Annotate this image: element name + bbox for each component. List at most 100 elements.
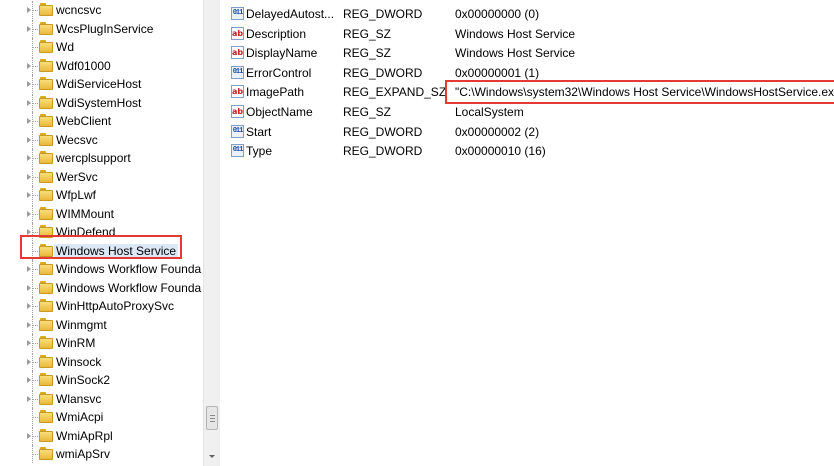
tree-item[interactable]: Wlansvc bbox=[0, 389, 203, 408]
folder-icon bbox=[39, 317, 53, 331]
folder-icon bbox=[39, 151, 53, 164]
tree-connector-line bbox=[32, 28, 38, 30]
tree-connector-line bbox=[32, 176, 38, 178]
expand-arrow-icon[interactable] bbox=[27, 210, 31, 217]
value-row[interactable]: 011 Type REG_DWORD 0x00000010 (16) bbox=[221, 141, 834, 161]
registry-values-list[interactable]: 011 DelayedAutost... REG_DWORD 0x00000000 (… bbox=[221, 0, 834, 466]
folder-icon bbox=[39, 336, 53, 349]
tree-item-label: WerSvc bbox=[56, 169, 98, 184]
tree-connector-line bbox=[32, 269, 38, 270]
tree-item[interactable]: Windows Workflow Founda bbox=[0, 278, 203, 297]
tree-item-label: wcncsvc bbox=[56, 3, 102, 17]
tree-connector-line bbox=[32, 343, 38, 344]
expand-arrow-icon[interactable] bbox=[27, 358, 31, 365]
tree-connector-line bbox=[32, 287, 38, 289]
folder-icon bbox=[39, 114, 53, 127]
expand-arrow-icon[interactable] bbox=[27, 99, 31, 106]
value-row[interactable]: ab Description REG_SZ Windows Host Service bbox=[221, 24, 834, 44]
tree-connector-line bbox=[32, 361, 38, 363]
tree-connector-line bbox=[32, 324, 38, 326]
tree-item[interactable]: WfpLwf bbox=[0, 186, 203, 204]
folder-icon bbox=[39, 21, 53, 35]
expand-arrow-icon[interactable] bbox=[27, 7, 31, 13]
scrollbar-thumb[interactable] bbox=[206, 406, 218, 430]
value-row[interactable]: 011 Start REG_DWORD 0x00000002 (2) bbox=[221, 122, 834, 142]
tree-item[interactable]: Wd bbox=[0, 38, 203, 56]
tree-item[interactable]: Winmgmt bbox=[0, 315, 203, 334]
tree-item[interactable]: wercplsupport bbox=[0, 149, 203, 167]
binary-value-icon: 011 bbox=[231, 124, 244, 138]
tree-item-label: WmiAcpi bbox=[56, 410, 104, 424]
tree-item[interactable]: WinSock2 bbox=[0, 371, 203, 389]
value-data: 0x00000010 (16) bbox=[455, 144, 546, 159]
expand-arrow-icon[interactable] bbox=[27, 192, 31, 198]
expand-arrow-icon[interactable] bbox=[27, 284, 31, 291]
tree-item[interactable]: WinHttpAutoProxySvc bbox=[0, 297, 203, 315]
expand-arrow-icon[interactable] bbox=[27, 118, 31, 124]
tree-item-label: Wd bbox=[56, 40, 74, 54]
tree-item[interactable]: WIMMount bbox=[0, 204, 203, 223]
value-name: Type bbox=[246, 144, 273, 159]
expand-arrow-icon[interactable] bbox=[27, 340, 31, 346]
tree-item[interactable]: Wdf01000 bbox=[0, 56, 203, 75]
value-type: REG_SZ bbox=[343, 46, 392, 61]
expand-arrow-icon[interactable] bbox=[27, 266, 31, 272]
binary-value-icon: 011 bbox=[231, 7, 244, 20]
tree-item[interactable]: WinRM bbox=[0, 334, 203, 352]
tree-item-label: WinRM bbox=[56, 336, 96, 350]
value-row[interactable]: ab ObjectName REG_SZ LocalSystem bbox=[221, 102, 834, 122]
value-type: REG_DWORD bbox=[343, 7, 423, 21]
expand-arrow-icon[interactable] bbox=[27, 395, 31, 402]
expand-arrow-icon[interactable] bbox=[27, 173, 31, 180]
tree-item[interactable]: WebClient bbox=[0, 112, 203, 130]
expand-arrow-icon[interactable] bbox=[27, 432, 31, 439]
value-name: DelayedAutost... bbox=[246, 7, 335, 21]
tree-item[interactable]: wmiApSrv bbox=[0, 445, 203, 463]
tree-item[interactable]: WdiSystemHost bbox=[0, 93, 203, 112]
folder-icon bbox=[39, 299, 53, 312]
tree-connector-line bbox=[32, 121, 38, 122]
string-value-icon: ab bbox=[231, 85, 244, 99]
tree-connector-line bbox=[32, 213, 38, 215]
binary-value-icon: 011 bbox=[231, 144, 244, 158]
expand-arrow-icon[interactable] bbox=[27, 25, 31, 32]
tree-item[interactable]: Winsock bbox=[0, 352, 203, 371]
scroll-down-arrow-icon[interactable] bbox=[209, 455, 215, 458]
value-data: 0x00000002 (2) bbox=[455, 124, 540, 139]
tree-item[interactable]: WmiApRpl bbox=[0, 426, 203, 445]
tree-item-label: wmiApSrv bbox=[56, 447, 111, 461]
tree-item[interactable]: Wecsvc bbox=[0, 130, 203, 149]
value-name: Start bbox=[246, 124, 272, 139]
folder-icon bbox=[39, 447, 53, 460]
expand-arrow-icon[interactable] bbox=[27, 136, 31, 143]
value-row[interactable]: ab DisplayName REG_SZ Windows Host Service bbox=[221, 43, 834, 63]
expand-arrow-icon[interactable] bbox=[27, 303, 31, 309]
tree-item[interactable]: WcsPlugInService bbox=[0, 19, 203, 38]
expand-arrow-icon[interactable] bbox=[27, 62, 31, 69]
tree-connector-line bbox=[32, 10, 38, 11]
expand-arrow-icon[interactable] bbox=[27, 81, 31, 87]
value-row[interactable]: 011 DelayedAutost... REG_DWORD 0x00000000 (… bbox=[221, 4, 834, 24]
value-name: Description bbox=[246, 26, 307, 41]
tree-connector-line bbox=[32, 454, 38, 455]
tree-item-label: Wlansvc bbox=[56, 391, 102, 406]
folder-icon bbox=[39, 354, 53, 368]
tree-item[interactable]: WdiServiceHost bbox=[0, 75, 203, 93]
tree-connector-line bbox=[32, 398, 38, 400]
tree-item-label: WebClient bbox=[56, 114, 112, 128]
tree-vertical-scrollbar[interactable] bbox=[203, 0, 220, 466]
tree-item[interactable]: WmiAcpi bbox=[0, 408, 203, 426]
expand-arrow-icon[interactable] bbox=[27, 155, 31, 161]
grip-line bbox=[210, 415, 215, 416]
tree-item[interactable]: Windows Workflow Founda bbox=[0, 260, 203, 278]
tree-item-label: WcsPlugInService bbox=[56, 21, 154, 36]
folder-icon bbox=[39, 410, 53, 423]
expand-arrow-icon[interactable] bbox=[27, 377, 31, 383]
registry-key-tree[interactable]: wcncsvc WcsPlugInService Wd Wdf01000 WdiServ… bbox=[0, 0, 203, 466]
tree-item[interactable]: WerSvc bbox=[0, 167, 203, 186]
value-data: 0x00000000 (0) bbox=[455, 7, 540, 21]
tree-item-label: Windows Workflow Founda bbox=[56, 280, 202, 295]
expand-arrow-icon[interactable] bbox=[27, 321, 31, 328]
tree-item[interactable]: wcncsvc bbox=[0, 1, 203, 19]
value-type: REG_EXPAND_SZ bbox=[343, 85, 447, 100]
